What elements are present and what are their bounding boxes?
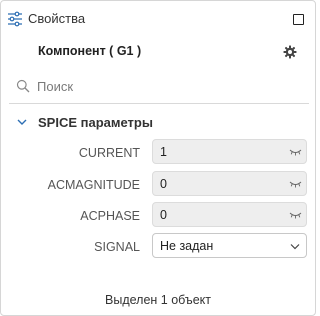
param-field-current[interactable]: 1 bbox=[152, 139, 307, 164]
eye-closed-icon[interactable] bbox=[289, 180, 302, 189]
component-title: Компонент ( G1 ) bbox=[38, 44, 142, 58]
search-icon bbox=[16, 79, 30, 93]
param-label-current: CURRENT bbox=[78, 146, 140, 160]
sliders-icon bbox=[8, 11, 22, 27]
param-label-acphase: ACPHASE bbox=[80, 209, 140, 223]
properties-panel: Свойства Компонент ( G1 ) SPICE параметр… bbox=[0, 0, 316, 316]
param-select-signal[interactable]: Не задан bbox=[152, 233, 307, 258]
param-label-acmagnitude: ACMAGNITUDE bbox=[47, 178, 140, 192]
eye-closed-icon[interactable] bbox=[289, 148, 302, 157]
search-input[interactable] bbox=[37, 77, 297, 95]
divider bbox=[9, 103, 309, 104]
param-field-acmagnitude[interactable]: 0 bbox=[152, 171, 307, 196]
param-value-signal[interactable]: Не задан bbox=[160, 239, 213, 253]
param-value-acphase[interactable]: 0 bbox=[160, 208, 167, 222]
param-value-acmagnitude[interactable]: 0 bbox=[160, 177, 167, 191]
param-field-acphase[interactable]: 0 bbox=[152, 202, 307, 227]
param-label-signal: SIGNAL bbox=[94, 240, 140, 254]
panel-title: Свойства bbox=[28, 11, 86, 26]
selection-status: Выделен 1 объект bbox=[105, 293, 211, 307]
gear-icon[interactable] bbox=[283, 45, 297, 59]
eye-closed-icon[interactable] bbox=[289, 211, 302, 220]
section-title-spice[interactable]: SPICE параметры bbox=[38, 115, 153, 130]
chevron-down-icon[interactable] bbox=[290, 243, 300, 250]
chevron-down-icon[interactable] bbox=[16, 117, 28, 127]
maximize-icon[interactable] bbox=[293, 14, 304, 25]
param-value-current[interactable]: 1 bbox=[160, 145, 167, 159]
panel-titlebar: Свойства bbox=[1, 1, 315, 37]
